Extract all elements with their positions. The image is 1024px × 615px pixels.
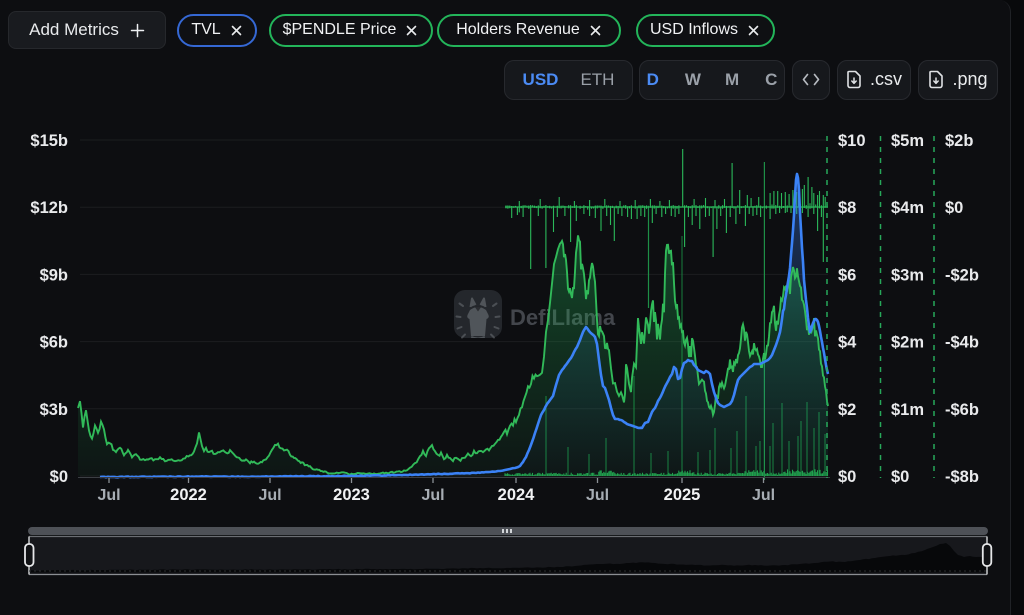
svg-text:$0: $0: [891, 468, 909, 486]
svg-text:$0: $0: [50, 468, 68, 486]
svg-text:$12b: $12b: [30, 199, 68, 217]
svg-text:Jul: Jul: [258, 487, 281, 504]
svg-text:$2b: $2b: [945, 132, 973, 150]
svg-text:$6: $6: [838, 266, 856, 284]
svg-text:2023: 2023: [333, 486, 370, 504]
svg-text:$1m: $1m: [891, 401, 924, 419]
svg-text:-$2b: -$2b: [945, 266, 979, 284]
svg-text:Jul: Jul: [97, 487, 120, 504]
svg-text:$2: $2: [838, 401, 856, 419]
svg-text:$3m: $3m: [891, 266, 924, 284]
svg-text:$9b: $9b: [40, 266, 68, 284]
svg-text:$15b: $15b: [30, 132, 68, 150]
svg-text:$5m: $5m: [891, 132, 924, 150]
svg-text:$4m: $4m: [891, 199, 924, 217]
svg-text:Jul: Jul: [421, 487, 444, 504]
svg-text:$0: $0: [945, 199, 963, 217]
svg-text:2025: 2025: [664, 486, 701, 504]
svg-text:$4: $4: [838, 334, 857, 352]
svg-text:Jul: Jul: [752, 487, 775, 504]
svg-text:-$4b: -$4b: [945, 334, 979, 352]
svg-text:$3b: $3b: [40, 401, 68, 419]
svg-text:Jul: Jul: [586, 487, 609, 504]
svg-text:2024: 2024: [498, 486, 536, 504]
svg-text:$10: $10: [838, 132, 866, 150]
svg-text:$8: $8: [838, 199, 856, 217]
svg-text:-$6b: -$6b: [945, 401, 979, 419]
svg-text:$0: $0: [838, 468, 856, 486]
svg-text:$6b: $6b: [40, 334, 68, 352]
svg-text:2022: 2022: [170, 486, 207, 504]
svg-text:$2m: $2m: [891, 334, 924, 352]
svg-text:-$8b: -$8b: [945, 468, 979, 486]
